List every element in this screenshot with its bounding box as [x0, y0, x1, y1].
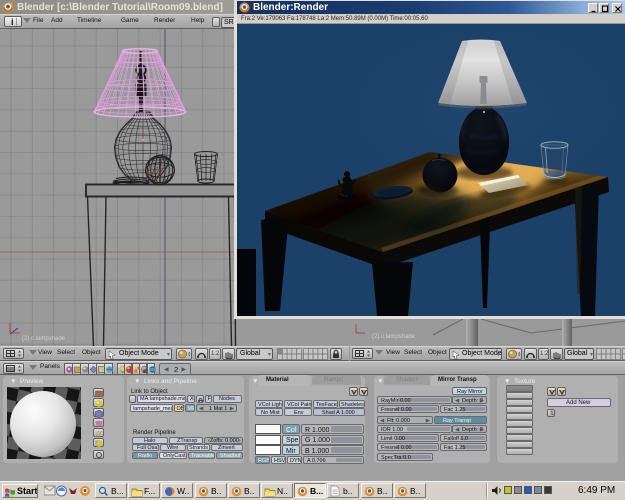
svg-text:(2) c.lampshade: (2) c.lampshade — [22, 336, 66, 342]
svg-text:(2) c.lampshade: (2) c.lampshade — [372, 334, 416, 340]
